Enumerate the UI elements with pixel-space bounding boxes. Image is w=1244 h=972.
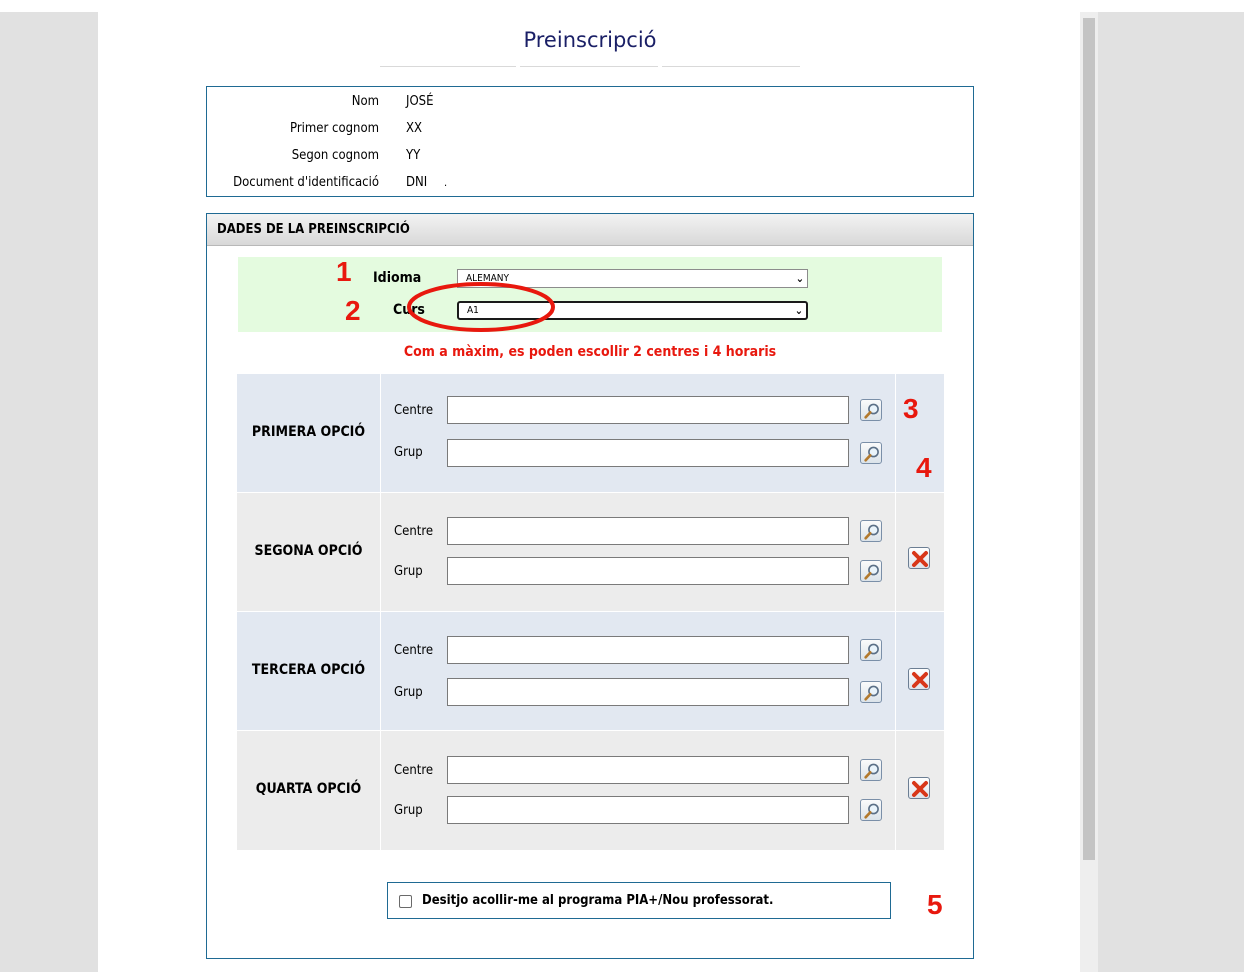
annotation-number: 1	[336, 256, 352, 287]
remove-option-button[interactable]	[908, 668, 930, 690]
preinscription-panel: DADES DE LA PREINSCRIPCIÓ Idioma ALEMANY…	[206, 213, 974, 959]
applicant-label: Segon cognom	[291, 148, 379, 163]
row-divider	[237, 730, 944, 731]
annotation-number: 4	[916, 452, 932, 483]
group-input[interactable]	[447, 678, 849, 706]
option-actions-cell	[896, 731, 944, 850]
red-x-icon	[912, 781, 928, 797]
group-label: Grup	[394, 803, 423, 818]
group-search-button[interactable]	[860, 799, 882, 821]
centre-label: Centre	[394, 763, 434, 778]
magnifier-icon	[864, 403, 879, 419]
option-row-third: TERCERA OPCIÓ Centre Grup	[237, 612, 944, 731]
option-row-second: SEGONA OPCIÓ Centre Grup	[237, 493, 944, 612]
applicant-info-panel: Nom JOSÉ Primer cognom XX Segon cognom Y…	[206, 86, 974, 197]
magnifier-icon	[864, 763, 879, 779]
centre-label: Centre	[394, 643, 434, 658]
annotation-number: 5	[927, 889, 943, 920]
group-search-button[interactable]	[860, 442, 882, 464]
group-input[interactable]	[447, 439, 849, 467]
group-label: Grup	[394, 685, 423, 700]
centre-search-button[interactable]	[860, 759, 882, 781]
centre-input[interactable]	[447, 756, 849, 784]
applicant-id-trailing: .	[444, 176, 448, 189]
selection-limit-warning: Com a màxim, es poden escollir 2 centres…	[403, 344, 777, 360]
option-row-fourth: QUARTA OPCIÓ Centre Grup	[237, 731, 944, 850]
group-search-button[interactable]	[860, 560, 882, 582]
applicant-row-second-surname: Segon cognom YY	[207, 146, 973, 166]
title-divider	[520, 66, 658, 67]
red-x-icon	[912, 672, 928, 688]
option-name: SEGONA OPCIÓ	[254, 543, 363, 559]
magnifier-icon	[864, 803, 879, 819]
scrollbar-thumb[interactable]	[1083, 18, 1095, 860]
group-label: Grup	[394, 564, 423, 579]
options-table: PRIMERA OPCIÓ Centre Grup SEGONA OPCIÓ C…	[237, 374, 944, 850]
option-name-cell: SEGONA OPCIÓ	[237, 493, 380, 612]
option-fields-cell: Centre Grup	[381, 374, 895, 493]
magnifier-icon	[864, 446, 879, 462]
row-divider	[237, 611, 944, 612]
chevron-down-icon: ⌄	[794, 304, 803, 317]
section-header: DADES DE LA PREINSCRIPCIÓ	[207, 214, 973, 246]
option-fields-cell: Centre Grup	[381, 731, 895, 850]
option-name-cell: PRIMERA OPCIÓ	[237, 374, 380, 493]
pia-checkbox[interactable]	[399, 895, 412, 908]
option-name: PRIMERA OPCIÓ	[251, 424, 366, 440]
annotation-circle	[407, 282, 555, 332]
applicant-label: Document d'identificació	[233, 175, 379, 190]
group-input[interactable]	[447, 796, 849, 824]
option-name: QUARTA OPCIÓ	[255, 781, 362, 797]
centre-search-button[interactable]	[860, 520, 882, 542]
annotation-number: 2	[345, 295, 361, 326]
magnifier-icon	[864, 564, 879, 580]
magnifier-icon	[864, 643, 879, 659]
red-x-icon	[912, 551, 928, 567]
applicant-label: Primer cognom	[290, 121, 379, 136]
option-actions-cell	[896, 612, 944, 731]
centre-label: Centre	[394, 403, 434, 418]
centre-input[interactable]	[447, 517, 849, 545]
title-divider	[380, 66, 516, 67]
applicant-row-name: Nom JOSÉ	[207, 92, 973, 112]
magnifier-icon	[864, 685, 879, 701]
applicant-row-first-surname: Primer cognom XX	[207, 119, 973, 139]
applicant-value: YY	[406, 148, 421, 163]
centre-search-button[interactable]	[860, 399, 882, 421]
right-page-gutter	[1098, 12, 1244, 972]
page-title: Preinscripció	[523, 28, 657, 52]
option-name: TERCERA OPCIÓ	[251, 662, 366, 678]
chevron-down-icon: ⌄	[795, 272, 804, 285]
option-fields-cell: Centre Grup	[381, 493, 895, 612]
option-actions-cell	[896, 493, 944, 612]
magnifier-icon	[864, 524, 879, 540]
applicant-value: JOSÉ	[406, 94, 434, 109]
pia-program-box[interactable]: Desitjo acollir-me al programa PIA+/Nou …	[387, 882, 891, 919]
group-input[interactable]	[447, 557, 849, 585]
option-name-cell: TERCERA OPCIÓ	[237, 612, 380, 731]
applicant-row-id-document: Document d'identificació DNI .	[207, 173, 973, 193]
centre-label: Centre	[394, 524, 434, 539]
group-label: Grup	[394, 445, 423, 460]
applicant-value: XX	[406, 121, 423, 136]
centre-input[interactable]	[447, 636, 849, 664]
remove-option-button[interactable]	[908, 777, 930, 799]
pia-checkbox-label[interactable]: Desitjo acollir-me al programa PIA+/Nou …	[422, 893, 773, 908]
left-page-gutter	[0, 12, 98, 972]
centre-input[interactable]	[447, 396, 849, 424]
applicant-value: DNI	[406, 175, 428, 190]
option-row-first: PRIMERA OPCIÓ Centre Grup	[237, 374, 944, 493]
option-name-cell: QUARTA OPCIÓ	[237, 731, 380, 850]
centre-search-button[interactable]	[860, 639, 882, 661]
remove-option-button[interactable]	[908, 547, 930, 569]
group-search-button[interactable]	[860, 681, 882, 703]
annotation-number: 3	[903, 393, 919, 424]
row-divider	[237, 492, 944, 493]
option-fields-cell: Centre Grup	[381, 612, 895, 731]
applicant-label: Nom	[351, 94, 379, 109]
title-divider	[662, 66, 800, 67]
